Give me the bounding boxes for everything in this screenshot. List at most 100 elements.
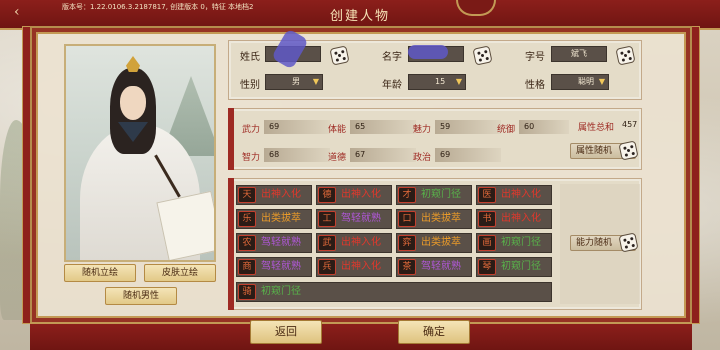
gender-select[interactable]: 男 ▼ [265, 74, 323, 90]
trait-level: 出神入化 [501, 213, 541, 224]
trait-item[interactable]: 弈出类拔萃 [396, 233, 472, 253]
ability-dice-icon[interactable] [618, 232, 639, 253]
courtesy-label: 字号 [525, 52, 545, 63]
attribute-total-label: 属性总和 [578, 123, 615, 133]
trait-item[interactable]: 医出神入化 [476, 185, 552, 205]
stat-value: 67 [350, 148, 416, 162]
trait-seal-icon: 乐 [238, 211, 256, 227]
surname-label: 姓氏 [240, 52, 260, 63]
trait-item[interactable]: 乐出类拔萃 [236, 209, 312, 229]
stat-label: 统御 [497, 125, 516, 135]
trait-seal-icon: 茶 [398, 259, 416, 275]
trait-seal-icon: 德 [318, 187, 336, 203]
name-redaction [408, 45, 448, 59]
trait-level: 驾轻就熟 [421, 261, 461, 272]
trait-level: 驾轻就熟 [261, 261, 301, 272]
surname-dice-icon[interactable] [329, 45, 350, 66]
trait-seal-icon: 农 [238, 235, 256, 251]
trait-item[interactable]: 才初窥门径 [396, 185, 472, 205]
trait-item[interactable]: 德出神入化 [316, 185, 392, 205]
back-arrow-icon[interactable]: ‹ [14, 4, 20, 20]
stat-value: 69 [435, 148, 501, 162]
age-value: 15 [435, 77, 446, 86]
trait-seal-icon: 商 [238, 259, 256, 275]
trait-item[interactable]: 书出神入化 [476, 209, 552, 229]
back-button[interactable]: 返回 [250, 320, 322, 344]
trait-seal-icon: 琴 [478, 259, 496, 275]
age-label: 年龄 [382, 80, 402, 91]
version-text: 版本号：1.22.0106.3.2187817, 创建版本 0，特征 本地档2 [62, 3, 254, 11]
trait-seal-icon: 骑 [238, 284, 256, 300]
trait-level: 初窥门径 [501, 237, 541, 248]
stat-value: 68 [264, 148, 330, 162]
trait-item[interactable]: 商驾轻就熟 [236, 257, 312, 277]
trait-level: 初窥门径 [421, 189, 461, 200]
random-male-button[interactable]: 随机男性 [105, 287, 177, 305]
trait-seal-icon: 工 [318, 211, 336, 227]
personality-select[interactable]: 聪明 ▼ [551, 74, 609, 90]
trait-seal-icon: 书 [478, 211, 496, 227]
trait-level: 出类拔萃 [261, 213, 301, 224]
attributes-accent-bar [228, 108, 234, 170]
personality-label: 性格 [525, 80, 545, 91]
age-select[interactable]: 15 ▼ [408, 74, 466, 90]
stat-label: 武力 [242, 125, 261, 135]
trait-item[interactable]: 画初窥门径 [476, 233, 552, 253]
chevron-down-icon: ▼ [598, 77, 605, 86]
page-title: 创建人物 [329, 9, 390, 24]
trait-seal-icon: 武 [318, 235, 336, 251]
trait-item[interactable]: 琴初窥门径 [476, 257, 552, 277]
stat-label: 体能 [328, 125, 347, 135]
trait-seal-icon: 兵 [318, 259, 336, 275]
random-portrait-button[interactable]: 随机立绘 [64, 264, 136, 282]
trait-seal-icon: 医 [478, 187, 496, 203]
name-label: 名字 [382, 52, 402, 63]
confirm-button[interactable]: 确定 [398, 320, 470, 344]
stat-value: 59 [435, 120, 501, 134]
gender-value: 男 [292, 77, 300, 86]
traits-accent-bar [228, 178, 234, 310]
gender-label: 性别 [240, 80, 260, 91]
chevron-down-icon: ▼ [455, 77, 462, 86]
skin-portrait-button[interactable]: 皮肤立绘 [144, 264, 216, 282]
emblem-icon [456, 0, 496, 16]
attribute-dice-icon[interactable] [618, 140, 639, 161]
trait-item[interactable]: 口出类拔萃 [396, 209, 472, 229]
trait-seal-icon: 弈 [398, 235, 416, 251]
trait-item[interactable]: 骑初窥门径 [236, 282, 552, 302]
trait-item[interactable]: 武出神入化 [316, 233, 392, 253]
trait-level: 驾轻就熟 [261, 237, 301, 248]
courtesy-field[interactable]: 斌飞 [551, 46, 607, 62]
trait-item[interactable]: 天出神入化 [236, 185, 312, 205]
trait-level: 出神入化 [341, 189, 381, 200]
trait-level: 出神入化 [341, 261, 381, 272]
trait-item[interactable]: 茶驾轻就熟 [396, 257, 472, 277]
stat-label: 魅力 [413, 125, 432, 135]
bottom-bar [30, 322, 692, 350]
trait-level: 出神入化 [501, 189, 541, 200]
trait-seal-icon: 天 [238, 187, 256, 203]
trait-level: 初窥门径 [501, 261, 541, 272]
ability-random-label: 能力随机 [576, 238, 613, 248]
trait-level: 驾轻就熟 [341, 213, 381, 224]
stat-value: 65 [350, 120, 416, 134]
trait-item[interactable]: 兵出神入化 [316, 257, 392, 277]
stat-value: 69 [264, 120, 330, 134]
trait-level: 出类拔萃 [421, 213, 461, 224]
character-portrait [64, 44, 216, 262]
stat-label: 智力 [242, 153, 261, 163]
trait-item[interactable]: 工驾轻就熟 [316, 209, 392, 229]
stat-label: 道德 [328, 153, 347, 163]
personality-value: 聪明 [578, 77, 594, 86]
face-illustration [120, 86, 146, 120]
trait-seal-icon: 画 [478, 235, 496, 251]
chevron-down-icon: ▼ [312, 77, 319, 86]
name-dice-icon[interactable] [472, 45, 493, 66]
courtesy-dice-icon[interactable] [615, 45, 636, 66]
attribute-random-label: 属性随机 [576, 146, 613, 156]
trait-seal-icon: 口 [398, 211, 416, 227]
attribute-total-value: 457 [622, 120, 638, 129]
stat-value: 60 [519, 120, 569, 134]
trait-seal-icon: 才 [398, 187, 416, 203]
trait-item[interactable]: 农驾轻就熟 [236, 233, 312, 253]
